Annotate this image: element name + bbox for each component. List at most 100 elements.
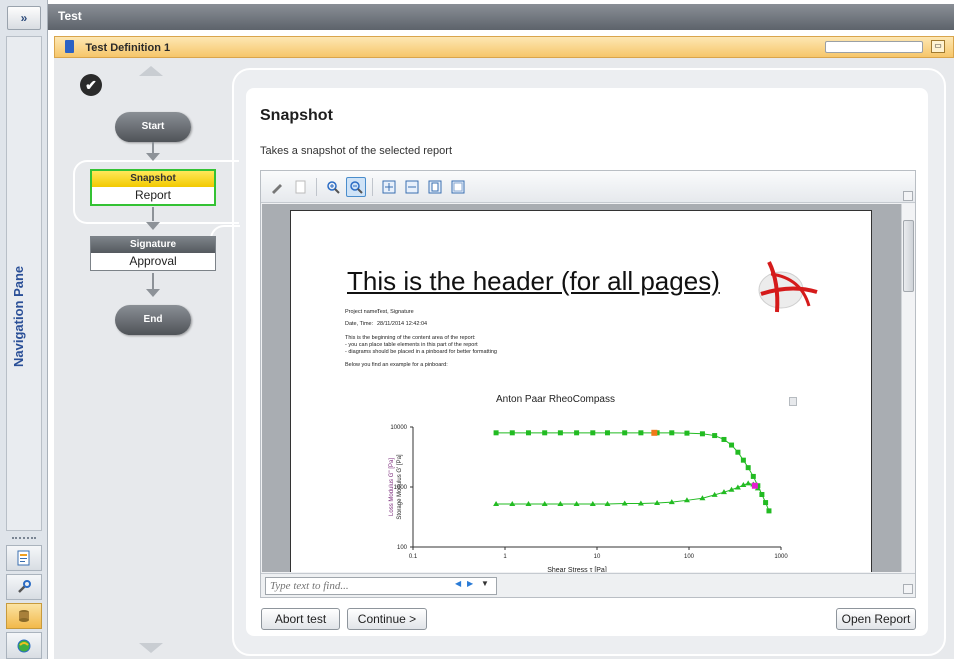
open-report-button[interactable]: Open Report: [836, 608, 916, 630]
date-time-value: 28/11/2014 12:42:04: [377, 321, 428, 327]
workflow-arrow: [146, 222, 160, 230]
series-line: [496, 482, 759, 505]
step-label: Approval: [129, 254, 177, 268]
intro-line: - you can place table elements in this p…: [345, 342, 478, 348]
workflow-step-signature[interactable]: Signature Approval: [90, 236, 216, 271]
window-title-bar: Test: [48, 4, 954, 30]
zoom-in-button[interactable]: [323, 177, 343, 197]
continue-button[interactable]: Continue >: [347, 608, 427, 630]
data-point-square: [669, 430, 675, 436]
data-point-square: [574, 430, 580, 436]
x-tick-label: 100: [684, 554, 695, 560]
wrench-icon: [18, 580, 31, 593]
x-tick-label: 10: [594, 554, 601, 560]
single-page-button[interactable]: [425, 177, 445, 197]
chart-title: Anton Paar RheoCompass: [496, 394, 615, 405]
zoom-in-icon: [327, 180, 340, 194]
workflow-end-node[interactable]: End: [115, 305, 191, 335]
workflow-start-node[interactable]: Start: [115, 112, 191, 142]
viewer-resize-corner[interactable]: [903, 584, 913, 594]
y-tick-label: 100: [397, 545, 408, 551]
find-options-icon[interactable]: ▼: [481, 579, 489, 588]
nav-resize-grip[interactable]: [12, 537, 36, 540]
copy-button[interactable]: [290, 177, 310, 197]
data-point-square: [622, 430, 628, 436]
data-point-square: [493, 430, 499, 436]
data-point-square: [735, 449, 741, 455]
panel-title: Snapshot: [260, 107, 333, 124]
data-point-square: [740, 457, 746, 463]
data-point-square: [542, 430, 548, 436]
highlighted-point: [651, 429, 658, 436]
workflow-connector: [152, 207, 154, 221]
nav-test-button[interactable]: [6, 603, 42, 629]
nav-reports-button[interactable]: [6, 545, 42, 571]
step-title: Signature: [91, 237, 215, 253]
nav-tools-button[interactable]: [6, 574, 42, 600]
project-name-key: Project name:: [345, 309, 379, 315]
data-point-triangle: [493, 501, 500, 507]
data-point-square: [509, 430, 515, 436]
maximize-icon[interactable]: ▭: [931, 40, 945, 53]
fit-width-button[interactable]: [402, 177, 422, 197]
data-point-square: [721, 436, 727, 442]
checkmark-icon: ✔: [80, 74, 102, 96]
scroll-down-icon[interactable]: [139, 643, 163, 653]
data-point-triangle: [557, 501, 564, 507]
workflow-step-snapshot[interactable]: Snapshot Report: [90, 169, 216, 206]
highlighted-point: [751, 482, 758, 489]
multi-page-button[interactable]: [448, 177, 468, 197]
scrollbar-thumb[interactable]: [903, 220, 914, 292]
x-tick-label: 1000: [774, 554, 788, 560]
chart-export-icon[interactable]: [789, 397, 797, 406]
scroll-up-icon[interactable]: [139, 66, 163, 76]
nav-collapsed-strip[interactable]: Navigation Pane: [6, 36, 42, 531]
zoom-out-button[interactable]: [346, 176, 366, 197]
data-point-square: [684, 430, 690, 436]
data-point-square: [604, 430, 610, 436]
workflow-arrow: [146, 289, 160, 297]
data-point-square: [712, 433, 718, 439]
document-progress-bar: [825, 41, 923, 53]
anton-paar-logo: [758, 261, 818, 313]
single-page-icon: [428, 180, 442, 193]
data-point-triangle: [509, 501, 516, 507]
expand-nav-button[interactable]: »: [7, 6, 41, 30]
workflow-arrow: [146, 153, 160, 161]
vertical-scrollbar[interactable]: [901, 204, 915, 572]
pen-icon: [272, 183, 282, 194]
data-point-triangle: [589, 501, 596, 507]
x-axis-label: Shear Stress τ [Pa]: [547, 567, 607, 572]
print-button[interactable]: [267, 177, 287, 197]
data-point-square: [699, 431, 705, 437]
data-point-square: [763, 500, 769, 506]
toolbar-separator: [316, 177, 317, 196]
find-next-icon[interactable]: ▶: [467, 579, 473, 588]
data-point-triangle: [745, 480, 752, 486]
zoom-out-icon: [350, 180, 363, 194]
intro-line: This is the beginning of the content are…: [345, 335, 476, 341]
nav-map-button[interactable]: [6, 632, 42, 659]
data-point-square: [557, 430, 563, 436]
abort-test-button[interactable]: Abort test: [261, 608, 340, 630]
report-header: This is the header (for all pages): [347, 266, 720, 296]
fit-page-button[interactable]: [379, 177, 399, 197]
find-previous-icon[interactable]: ◀: [455, 579, 461, 588]
report-page: This is the header (for all pages) Proje…: [290, 210, 872, 572]
navigation-pane: » Navigation Pane: [0, 0, 48, 659]
data-point-square: [525, 430, 531, 436]
data-point-square: [638, 430, 644, 436]
y-tick-label: 10000: [390, 425, 407, 431]
nav-pane-label: Navigation Pane: [11, 265, 26, 367]
rheology-chart: 1001000100000.1 1 10 100 1000Shear Stress τ …: [389, 425, 788, 572]
data-point-square: [729, 442, 735, 448]
data-point-square: [745, 465, 751, 471]
find-text-input[interactable]: [265, 577, 497, 595]
workflow-connector: [152, 273, 154, 289]
data-point-triangle: [525, 501, 532, 507]
data-point-square: [750, 473, 756, 479]
test-definition-icon: [65, 40, 74, 53]
globe-icon: [17, 639, 31, 652]
viewer-corner-button[interactable]: [903, 191, 913, 201]
document-area: This is the header (for all pages) Proje…: [262, 204, 902, 572]
